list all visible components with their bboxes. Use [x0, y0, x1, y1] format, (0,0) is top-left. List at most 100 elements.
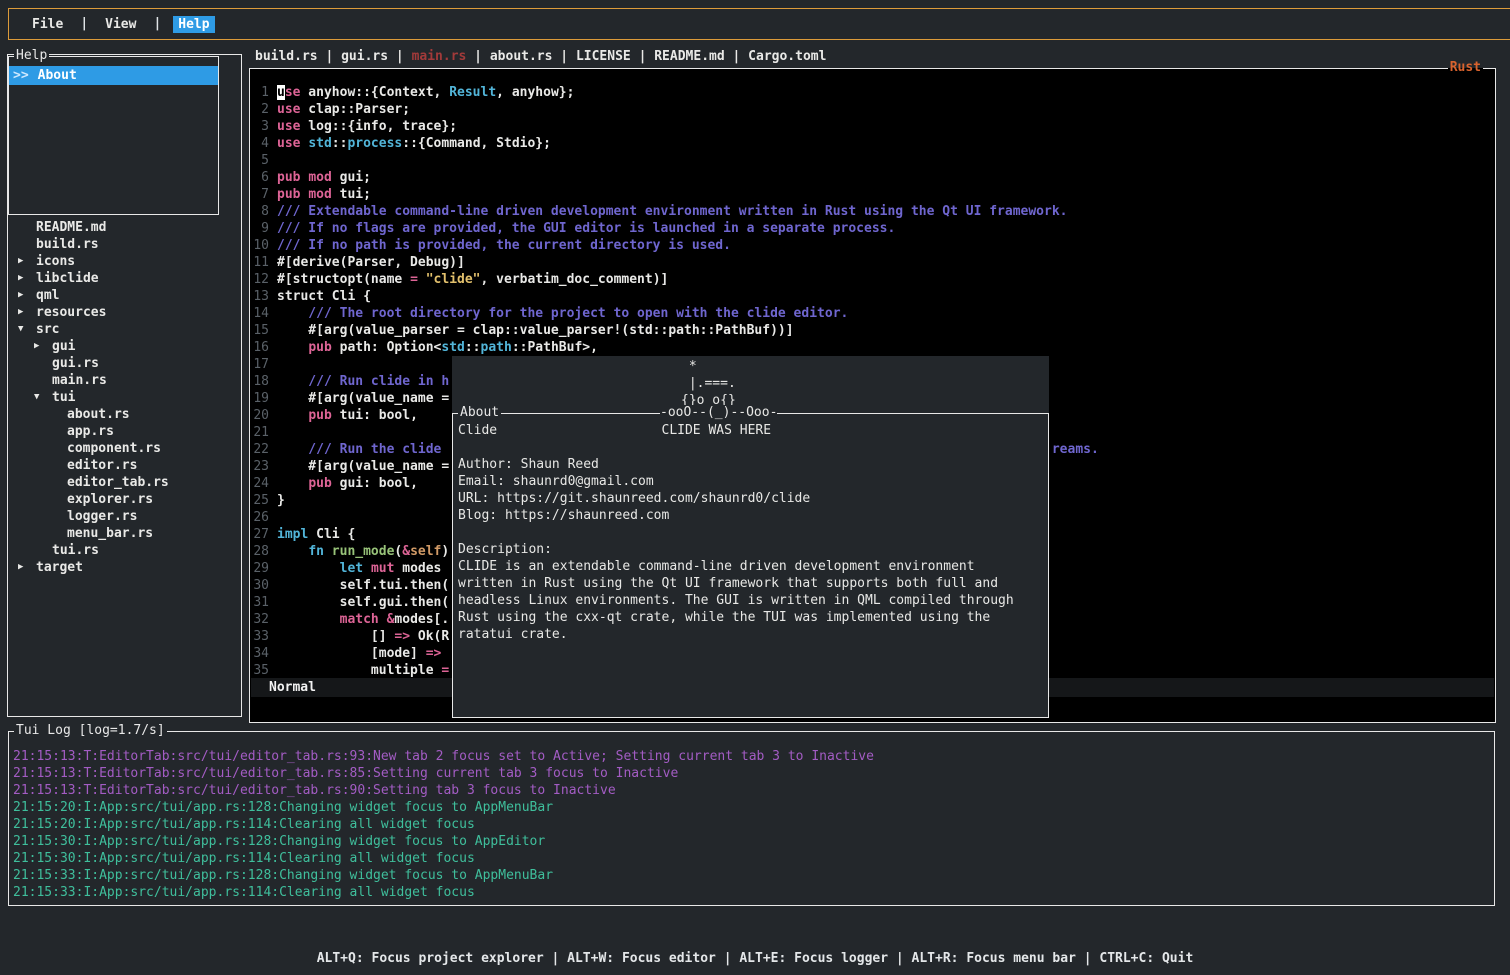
line-number: 15 [251, 322, 269, 339]
tree-item-icons[interactable]: ▶icons [8, 253, 241, 270]
tree-item-label: main.rs [52, 372, 107, 389]
code-text: use std::process::{Command, Stdio}; [277, 135, 551, 152]
code-token: multiple [277, 663, 441, 678]
menu-option-about[interactable]: >> About [9, 66, 218, 85]
line-number: 30 [251, 577, 269, 594]
tab-build.rs[interactable]: build.rs [255, 49, 318, 64]
code-token: reams. [1052, 442, 1099, 457]
code-line[interactable]: 3use log::{info, trace}; [251, 118, 1494, 135]
about-popup-content: Clide CLIDE WAS HERE Author: Shaun Reed … [453, 414, 1048, 643]
line-number: 11 [251, 254, 269, 271]
log-entry-trace: 21:15:13:T:EditorTab:src/tui/editor_tab.… [13, 748, 1492, 765]
code-line[interactable]: 6 pub mod gui; [251, 169, 1494, 186]
file-tree: README.mdbuild.rs▶icons▶libclide▶qml▶res… [8, 219, 241, 576]
code-line[interactable]: 13struct Cli { [251, 288, 1494, 305]
line-number: 6 [251, 169, 269, 186]
tree-item-label: gui [52, 338, 75, 355]
tree-item-app.rs[interactable]: app.rs [8, 423, 241, 440]
code-token: let [340, 561, 363, 576]
line-number: 8 [251, 203, 269, 220]
code-line[interactable]: 9/// If no flags are provided, the GUI e… [251, 220, 1494, 237]
tree-item-build.rs[interactable]: build.rs [8, 236, 241, 253]
code-line[interactable]: 11#[derive(Parser, Debug)] [251, 254, 1494, 271]
code-line[interactable]: 2use clap::Parser; [251, 101, 1494, 118]
code-token: = [410, 272, 426, 287]
tree-item-explorer.rs[interactable]: explorer.rs [8, 491, 241, 508]
code-token: match [340, 612, 379, 627]
tab-cargo.toml[interactable]: Cargo.toml [748, 49, 826, 64]
tab-license[interactable]: LICENSE [576, 49, 631, 64]
code-token: impl [277, 527, 308, 542]
menu-item-file[interactable]: File [27, 16, 68, 33]
code-token: [mode] [277, 646, 426, 661]
tab-gui.rs[interactable]: gui.rs [341, 49, 388, 64]
tree-item-label: gui.rs [52, 355, 99, 372]
code-token: self.gui.then( [277, 595, 449, 610]
tree-item-tui.rs[interactable]: tui.rs [8, 542, 241, 559]
code-token: Ok(R [410, 629, 449, 644]
tree-item-label: editor_tab.rs [67, 474, 169, 491]
tree-item-label: qml [36, 287, 59, 304]
code-token: std [308, 136, 331, 151]
code-token: pub [308, 408, 331, 423]
tab-about.rs[interactable]: about.rs [490, 49, 553, 64]
code-text: #[arg(value_parser = clap::value_parser!… [277, 322, 794, 339]
line-number: 5 [251, 152, 269, 169]
code-line[interactable]: 4 use std::process::{Command, Stdio}; [251, 135, 1494, 152]
menu-separator: | [80, 16, 88, 33]
code-line[interactable]: 1use anyhow::{Context, Result, anyhow}; [251, 84, 1494, 101]
tree-item-readme.md[interactable]: README.md [8, 219, 241, 236]
code-line[interactable]: 5 [251, 152, 1494, 169]
tab-separator: | [466, 49, 489, 64]
tree-item-libclide[interactable]: ▶libclide [8, 270, 241, 287]
line-number: 4 [251, 135, 269, 152]
tree-item-resources[interactable]: ▶resources [8, 304, 241, 321]
code-line[interactable]: 8 /// Extendable command-line driven deve… [251, 203, 1494, 220]
code-token: /// Extendable command-line driven devel… [277, 204, 1068, 219]
tab-separator: | [318, 49, 341, 64]
tree-item-logger.rs[interactable]: logger.rs [8, 508, 241, 525]
chevron-down-icon: ▼ [34, 389, 39, 406]
tree-item-about.rs[interactable]: about.rs [8, 406, 241, 423]
code-text: use clap::Parser; [277, 101, 410, 118]
tree-item-gui[interactable]: ▶gui [8, 338, 241, 355]
code-line[interactable]: 7pub mod tui; [251, 186, 1494, 203]
tree-item-main.rs[interactable]: main.rs [8, 372, 241, 389]
code-token [277, 340, 308, 355]
code-token: process [347, 136, 402, 151]
code-token: Result [449, 85, 496, 100]
tab-main.rs[interactable]: main.rs [412, 49, 467, 64]
code-text: pub mod tui; [277, 186, 371, 203]
tree-item-component.rs[interactable]: component.rs [8, 440, 241, 457]
tree-item-target[interactable]: ▶target [8, 559, 241, 576]
code-text: pub mod gui; [277, 169, 371, 186]
tree-item-editor.rs[interactable]: editor.rs [8, 457, 241, 474]
code-line[interactable]: 12#[structopt(name = "clide", verbatim_d… [251, 271, 1494, 288]
tree-item-editor_tab.rs[interactable]: editor_tab.rs [8, 474, 241, 491]
tab-readme.md[interactable]: README.md [654, 49, 724, 64]
language-badge: Rust [1448, 60, 1483, 76]
code-line[interactable]: 15 #[arg(value_parser = clap::value_pars… [251, 322, 1494, 339]
tree-item-src[interactable]: ▼src [8, 321, 241, 338]
log-lines: 21:15:13:T:EditorTab:src/tui/editor_tab.… [13, 748, 1492, 901]
tree-item-label: about.rs [67, 406, 130, 423]
code-token [363, 561, 371, 576]
menu-item-help[interactable]: Help [173, 16, 214, 33]
code-token: struct Cli { [277, 289, 371, 304]
tree-item-gui.rs[interactable]: gui.rs [8, 355, 241, 372]
code-text: pub gui: bool, [277, 475, 418, 492]
code-token: /// If no path is provided, the current … [277, 238, 731, 253]
code-line[interactable]: 10/// If no path is provided, the curren… [251, 237, 1494, 254]
tree-item-tui[interactable]: ▼tui [8, 389, 241, 406]
code-line[interactable]: 16 pub path: Option<std::path::PathBuf>, [251, 339, 1494, 356]
menu-item-view[interactable]: View [100, 16, 141, 33]
tree-item-label: build.rs [36, 236, 99, 253]
code-text: fn run_mode(&self) [277, 543, 449, 560]
code-token: => [394, 629, 410, 644]
tree-item-label: explorer.rs [67, 491, 153, 508]
tree-item-menu_bar.rs[interactable]: menu_bar.rs [8, 525, 241, 542]
tree-item-qml[interactable]: ▶qml [8, 287, 241, 304]
code-text: /// The root directory for the project t… [277, 305, 848, 322]
code-line[interactable]: 14 /// The root directory for the projec… [251, 305, 1494, 322]
code-token: /// If no flags are provided, the GUI ed… [277, 221, 895, 236]
